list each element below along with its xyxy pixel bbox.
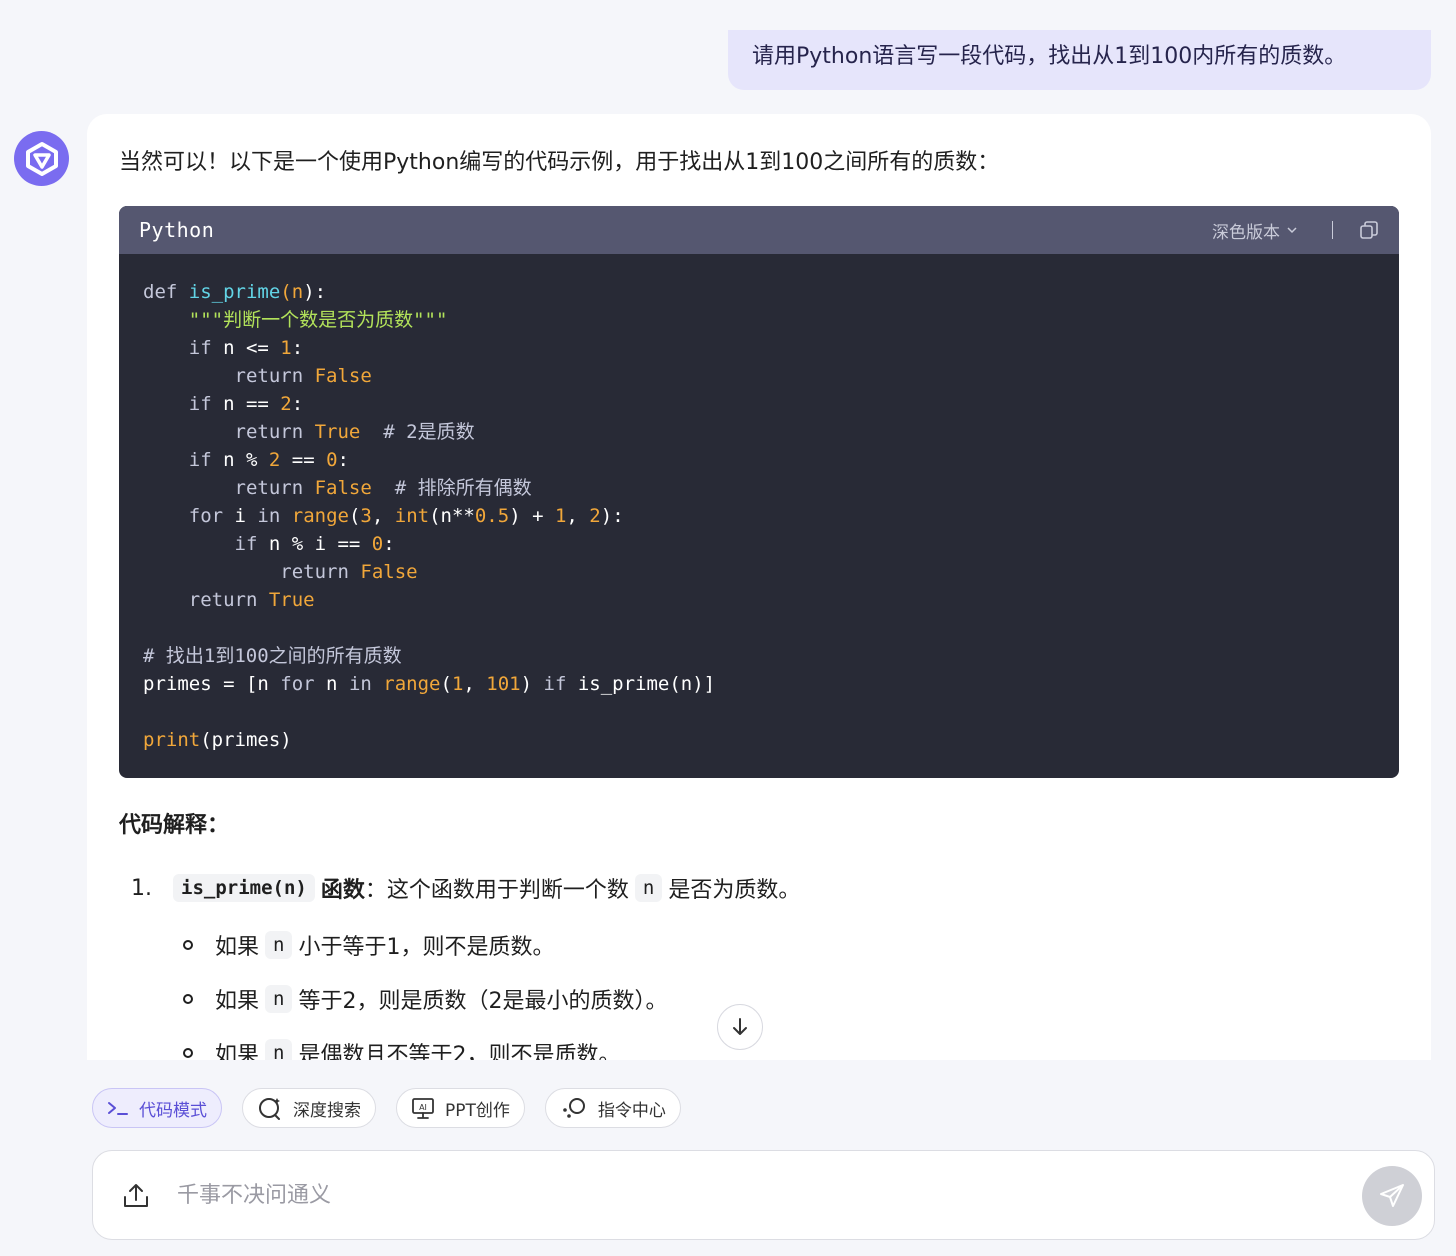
assistant-avatar — [14, 131, 69, 186]
user-message-text: 请用Python语言写一段代码，找出从1到100内所有的质数。 — [752, 44, 1347, 69]
code-line: print(primes) — [143, 729, 292, 751]
chat-input[interactable] — [177, 1173, 1327, 1217]
copy-code-button[interactable] — [1359, 220, 1379, 240]
code-line: # 找出1到100之间的所有质数 — [143, 645, 402, 667]
mode-label: 指令中心 — [597, 1100, 666, 1121]
upload-button[interactable] — [121, 1181, 151, 1215]
list-bold-label: 函数 — [320, 878, 365, 903]
code-line: if n % i == 0: — [234, 533, 395, 555]
bullet-prefix: 如果 — [215, 989, 260, 1014]
code-line: """判断一个数是否为质数""" — [188, 309, 448, 331]
copy-icon — [1360, 221, 1378, 239]
bullet-prefix: 如果 — [215, 1043, 260, 1060]
list-item: 1. is_prime(n) 函数 ：这个函数用于判断一个数 n 是否为质数。 — [131, 872, 800, 904]
mode-label: 深度搜索 — [293, 1100, 361, 1121]
mode-label: 代码模式 — [139, 1100, 207, 1121]
explanation-title: 代码解释： — [119, 813, 230, 838]
tongyi-logo-icon — [25, 141, 58, 176]
command-center-icon — [563, 1098, 585, 1118]
code-content: def is_prime(n): """判断一个数是否为质数""" if n <… — [119, 254, 1399, 778]
code-line: if n <= 1: — [188, 337, 304, 359]
inline-code: is_prime(n) — [173, 874, 315, 902]
code-line: return False — [280, 561, 418, 583]
svg-text:AI: AI — [419, 1103, 427, 1112]
mode-ppt-button[interactable]: AI PPT创作 — [396, 1088, 525, 1128]
bullet-dot — [183, 940, 193, 950]
bullet-text: 是偶数且不等于2，则不是质数。 — [298, 1043, 621, 1060]
code-line: if n == 2: — [188, 393, 304, 415]
list-number: 1. — [131, 875, 152, 901]
bullet-dot — [183, 994, 193, 1004]
bullet-item: 如果 n 等于2，则是质数（2是最小的质数）。 — [183, 983, 667, 1015]
mode-code-button[interactable]: 代码模式 — [92, 1088, 222, 1128]
deep-search-icon — [259, 1098, 280, 1120]
chevron-down-icon — [1287, 227, 1297, 234]
scroll-to-bottom-button[interactable] — [717, 1004, 763, 1050]
code-line: primes = [n for n in range(1, 101) if is… — [143, 673, 716, 695]
mode-command-center-button[interactable]: 指令中心 — [544, 1088, 681, 1128]
inline-code: n — [265, 985, 293, 1013]
code-language-label: Python — [139, 218, 215, 242]
bullet-prefix: 如果 — [215, 935, 260, 960]
code-line: if n % 2 == 0: — [188, 449, 349, 471]
inline-code: n — [265, 931, 293, 959]
theme-select-label: 深色版本 — [1212, 222, 1280, 243]
code-line: return True — [188, 589, 315, 611]
arrow-down-icon — [733, 1018, 747, 1035]
list-text: ：这个函数用于判断一个数 — [364, 878, 629, 903]
bullet-item: 如果 n 小于等于1，则不是质数。 — [183, 929, 554, 961]
assistant-answer-card: 当然可以！以下是一个使用Python编写的代码示例，用于找出从1到100之间所有… — [87, 114, 1431, 1060]
send-button[interactable] — [1362, 1166, 1422, 1226]
toolbar-divider — [1332, 221, 1333, 239]
code-line: return False # 排除所有偶数 — [234, 477, 532, 499]
mode-toolbar: 代码模式 深度搜索 AI PPT创作 指令中心 — [92, 1088, 681, 1128]
answer-intro: 当然可以！以下是一个使用Python编写的代码示例，用于找出从1到100之间所有… — [119, 150, 1000, 175]
inline-code: n — [265, 1039, 293, 1060]
bullet-item: 如果 n 是偶数且不等于2，则不是质数。 — [183, 1037, 620, 1060]
code-block-header: Python 深色版本 — [119, 206, 1399, 254]
inline-code: n — [634, 874, 663, 902]
mode-label: PPT创作 — [445, 1100, 510, 1121]
upload-icon — [124, 1184, 148, 1207]
send-icon — [1380, 1184, 1404, 1207]
code-tools: 深色版本 — [1212, 206, 1379, 254]
terminal-icon — [108, 1102, 128, 1115]
bullet-dot — [183, 1048, 193, 1058]
theme-select[interactable]: 深色版本 — [1212, 218, 1298, 243]
code-line: for i in range(3, int(n**0.5) + 1, 2): — [188, 505, 624, 527]
bullet-text: 小于等于1，则不是质数。 — [298, 935, 555, 960]
list-text: 是否为质数。 — [668, 878, 801, 903]
mode-deep-search-button[interactable]: 深度搜索 — [242, 1088, 376, 1128]
user-message-bubble: 请用Python语言写一段代码，找出从1到100内所有的质数。 — [728, 30, 1431, 90]
code-line: return True # 2是质数 — [234, 421, 475, 443]
code-block: Python 深色版本 def is_prime(n): """判断一个数是否为… — [119, 206, 1399, 778]
ppt-icon: AI — [412, 1098, 434, 1119]
code-line: def is_prime(n): — [143, 281, 327, 303]
code-line: return False — [234, 365, 372, 387]
bullet-text: 等于2，则是质数（2是最小的质数）。 — [298, 989, 668, 1014]
chat-input-box — [92, 1150, 1435, 1240]
